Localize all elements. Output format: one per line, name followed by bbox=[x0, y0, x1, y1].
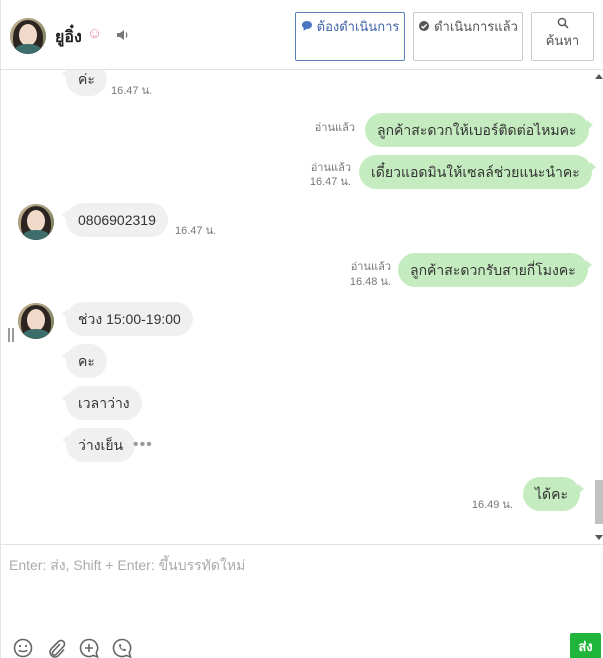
done-button[interactable]: ดำเนินการแล้ว bbox=[413, 12, 523, 61]
speech-bubble-icon bbox=[301, 21, 312, 31]
message-time: 16.47 น. bbox=[175, 225, 217, 237]
done-button-label: ดำเนินการแล้ว bbox=[434, 19, 518, 34]
search-icon bbox=[557, 17, 569, 29]
incoming-message[interactable]: ช่วง 15:00-19:00 bbox=[62, 302, 193, 336]
speaker-icon[interactable] bbox=[116, 28, 130, 42]
emoji-icon[interactable] bbox=[12, 637, 34, 658]
check-circle-icon bbox=[419, 21, 430, 31]
outgoing-message[interactable]: ลูกค้าสะดวกรับสายกี่โมงคะ bbox=[398, 253, 592, 287]
todo-button[interactable]: ต้องดำเนินการ bbox=[295, 12, 405, 61]
outgoing-message[interactable]: ได้คะ bbox=[523, 477, 585, 511]
scrollbar-thumb[interactable] bbox=[595, 480, 603, 524]
message-time: 16.47 น. bbox=[309, 176, 351, 188]
incoming-message[interactable]: เวลาว่าง bbox=[62, 386, 142, 420]
todo-button-label: ต้องดำเนินการ bbox=[316, 19, 400, 34]
read-receipt: อ่านแล้ว bbox=[314, 122, 355, 134]
chat-window: ยูอิ๋ง ☺ ต้องดำเนินการ ดำเนินการแล้ว ค้น… bbox=[0, 0, 603, 658]
contact-avatar[interactable] bbox=[18, 204, 54, 240]
chat-header: ยูอิ๋ง ☺ ต้องดำเนินการ ดำเนินการแล้ว ค้น… bbox=[1, 0, 603, 70]
incoming-message[interactable]: ค่ะ bbox=[62, 70, 107, 96]
message-input[interactable] bbox=[1, 545, 602, 623]
smiling-face-with-hearts-icon: ☺ bbox=[87, 25, 103, 42]
contact-name: ยูอิ๋ง bbox=[55, 29, 82, 46]
outgoing-message[interactable]: เดี๋ยวแอดมินให้เซลล์ช่วยแนะนำคะ bbox=[359, 155, 596, 189]
resize-handle[interactable] bbox=[8, 328, 14, 342]
contact-avatar[interactable] bbox=[18, 303, 54, 339]
read-receipt: อ่านแล้ว bbox=[310, 162, 351, 174]
message-time: 16.47 น. bbox=[111, 85, 153, 97]
message-time: 16.48 น. bbox=[349, 276, 391, 288]
more-options-icon[interactable]: ••• bbox=[133, 436, 153, 454]
read-receipt: อ่านแล้ว bbox=[350, 261, 391, 273]
outgoing-message[interactable]: ลูกค้าสะดวกให้เบอร์ติดต่อไหมคะ bbox=[365, 113, 593, 147]
incoming-message[interactable]: 0806902319 bbox=[62, 203, 168, 237]
scrollbar[interactable] bbox=[594, 70, 603, 544]
incoming-message[interactable]: ว่างเย็น bbox=[61, 428, 136, 462]
send-button[interactable]: ส่ง bbox=[570, 633, 601, 658]
incoming-message[interactable]: คะ bbox=[62, 344, 107, 378]
search-button-label: ค้นหา bbox=[545, 33, 580, 48]
paperclip-icon[interactable] bbox=[45, 637, 67, 658]
contact-avatar[interactable] bbox=[10, 18, 46, 54]
message-list[interactable]: ค่ะ 16.47 น. อ่านแล้ว ลูกค้าสะดวกให้เบอร… bbox=[1, 70, 603, 544]
scroll-up-arrow-icon[interactable] bbox=[595, 74, 603, 79]
phone-icon[interactable] bbox=[111, 637, 133, 658]
add-chat-icon[interactable] bbox=[78, 637, 100, 658]
scroll-down-arrow-icon[interactable] bbox=[595, 535, 603, 540]
search-button[interactable]: ค้นหา bbox=[531, 12, 594, 61]
message-time: 16.49 น. bbox=[471, 499, 513, 511]
message-composer: ส่ง bbox=[1, 544, 603, 658]
